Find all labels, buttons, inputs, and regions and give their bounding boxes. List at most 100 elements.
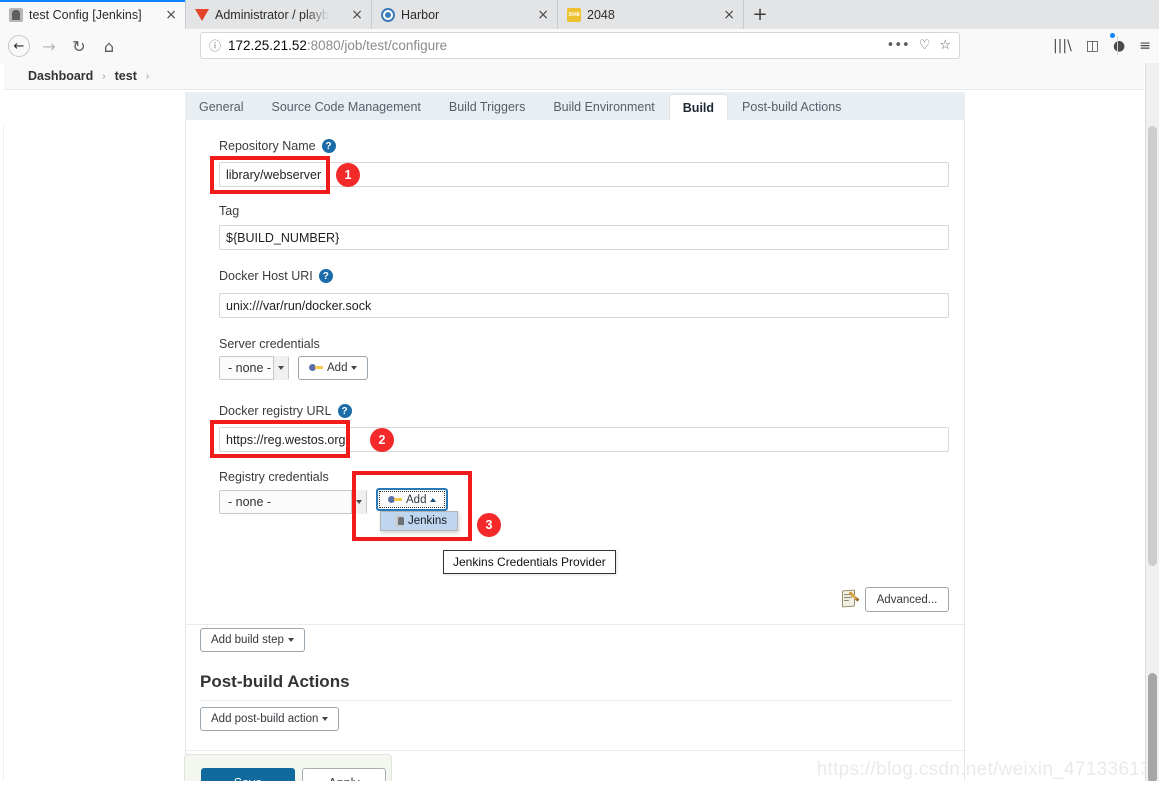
breadcrumb-item-test[interactable]: test	[115, 69, 137, 83]
back-icon[interactable]: ←	[8, 35, 30, 57]
label-text: Server credentials	[219, 337, 320, 351]
browser-tab-0[interactable]: test Config [Jenkins] ×	[0, 0, 186, 29]
browser-tab-3[interactable]: 2048 2048 ×	[558, 0, 744, 29]
url-text: 172.25.21.52:8080/job/test/configure	[228, 38, 447, 53]
browser-tab-title: Administrator / playb	[215, 7, 329, 22]
add-build-step-button[interactable]: Add build step	[200, 628, 305, 652]
chevron-down-icon[interactable]	[273, 356, 288, 380]
jenkins-favicon-icon	[9, 7, 23, 22]
browser-tab-title: Harbor	[401, 7, 440, 22]
new-tab-button[interactable]: +	[744, 0, 776, 29]
server-credentials-add-button[interactable]: Add	[298, 356, 369, 380]
library-icon[interactable]: |||\	[1053, 38, 1072, 54]
forward-icon[interactable]: →	[34, 33, 64, 59]
add-label: Add	[327, 362, 348, 374]
url-host: 172.25.21.52	[228, 38, 307, 53]
page-left-rail	[0, 126, 4, 785]
browser-tab-title: 2048	[587, 7, 615, 22]
chevron-right-icon: ›	[145, 70, 150, 82]
add-post-build-action-button[interactable]: Add post-build action	[200, 707, 340, 731]
select-value: - none -	[228, 361, 272, 375]
tab-strip: test Config [Jenkins] × Administrator / …	[0, 0, 1159, 29]
label-text: Docker registry URL	[219, 404, 332, 418]
server-credentials-label: Server credentials	[219, 337, 320, 351]
app-menu-icon[interactable]: ≡	[1139, 38, 1151, 54]
tag-input[interactable]: ${BUILD_NUMBER}	[219, 225, 949, 250]
browser-tab-1[interactable]: Administrator / playb ×	[186, 0, 372, 29]
url-path: :8080/job/test/configure	[306, 38, 448, 53]
tab-post-build-actions[interactable]: Post-build Actions	[728, 93, 855, 121]
config-tab-bar: General Source Code Management Build Tri…	[185, 92, 965, 122]
browser-tab-title: test Config [Jenkins]	[29, 7, 142, 22]
annotation-number-2: 2	[370, 428, 394, 452]
account-notification-dot	[1110, 33, 1115, 38]
server-credentials-select[interactable]: - none -	[219, 356, 289, 380]
browser-chrome: test Config [Jenkins] × Administrator / …	[0, 0, 1159, 63]
browser-tab-2[interactable]: Harbor ×	[372, 0, 558, 29]
select-value: - none -	[228, 495, 272, 509]
site-info-icon[interactable]: ⓘ	[209, 37, 221, 54]
annotation-box-1	[210, 156, 330, 194]
vertical-scrollbar[interactable]	[1145, 63, 1159, 785]
bookmark-star-icon[interactable]: ☆	[939, 38, 951, 53]
tab-build[interactable]: Build	[668, 94, 729, 122]
pocket-icon[interactable]: ♡	[919, 38, 931, 53]
docker-registry-url-label: Docker registry URL ?	[219, 404, 352, 418]
window-bottom-edge	[0, 781, 1159, 785]
label-text: Tag	[219, 204, 240, 218]
address-bar-icons: ••• ♡ ☆	[887, 38, 951, 53]
button-label: Add build step	[211, 634, 284, 646]
sidebar-icon[interactable]: ◫	[1086, 38, 1099, 54]
chevron-down-icon	[351, 366, 358, 370]
gitlab-favicon-icon	[195, 9, 209, 21]
chevron-right-icon: ›	[102, 70, 106, 82]
scrollbar-thumb[interactable]	[1148, 673, 1157, 783]
help-icon[interactable]: ?	[321, 139, 336, 153]
registry-credentials-select[interactable]: - none -	[219, 490, 367, 514]
divider	[200, 700, 952, 701]
reload-icon[interactable]: ↻	[64, 33, 94, 59]
tag-label: Tag	[219, 204, 239, 218]
page-actions-icon[interactable]: •••	[887, 38, 910, 53]
page-viewport: Dashboard › test › General Source Code M…	[0, 63, 1159, 785]
annotation-number-1: 1	[336, 163, 360, 187]
key-icon	[309, 363, 323, 373]
tab-source-code-management[interactable]: Source Code Management	[257, 93, 434, 121]
help-icon[interactable]: ?	[337, 404, 352, 418]
advanced-button[interactable]: Advanced...	[865, 587, 949, 612]
registry-credentials-label: Registry credentials	[219, 470, 329, 484]
close-icon[interactable]: ×	[337, 8, 363, 22]
address-bar[interactable]: ⓘ 172.25.21.52:8080/job/test/configure •…	[200, 32, 960, 59]
close-icon[interactable]: ×	[151, 8, 177, 22]
breadcrumb: Dashboard › test ›	[4, 63, 1144, 90]
help-icon[interactable]: ?	[318, 269, 333, 283]
chevron-down-icon	[287, 638, 294, 642]
watermark-text: https://blog.csdn.net/weixin_47133613	[816, 759, 1151, 780]
tab-general[interactable]: General	[185, 93, 257, 121]
browser-toolbar-right: |||\ ◫ ● ≡	[1053, 32, 1151, 59]
label-text: Registry credentials	[219, 470, 329, 484]
divider	[186, 750, 966, 751]
label-text: Docker Host URI	[219, 269, 313, 283]
close-icon[interactable]: ×	[709, 8, 735, 22]
breadcrumb-item-dashboard[interactable]: Dashboard	[28, 69, 93, 83]
close-icon[interactable]: ×	[523, 8, 549, 22]
tab-build-environment[interactable]: Build Environment	[539, 93, 668, 121]
annotation-box-3	[352, 471, 472, 541]
divider	[186, 624, 966, 625]
tab-build-triggers[interactable]: Build Triggers	[435, 93, 539, 121]
post-build-actions-title: Post-build Actions	[200, 672, 350, 691]
annotation-number-3: 3	[477, 513, 501, 537]
account-icon[interactable]: ●	[1113, 38, 1125, 54]
button-label: Add post-build action	[211, 713, 319, 725]
docker-host-uri-input[interactable]: unix:///var/run/docker.sock	[219, 293, 949, 318]
docker-host-uri-label: Docker Host URI ?	[219, 269, 333, 283]
home-icon[interactable]: ⌂	[94, 33, 124, 59]
notes-icon	[841, 589, 860, 608]
credentials-provider-tooltip: Jenkins Credentials Provider	[443, 550, 616, 574]
scrollbar-track-upper[interactable]	[1148, 126, 1157, 566]
toolbar-divider	[1117, 36, 1118, 55]
label-text: Repository Name	[219, 139, 316, 153]
chevron-down-icon	[322, 717, 329, 721]
repository-name-label: Repository Name ?	[219, 139, 336, 153]
